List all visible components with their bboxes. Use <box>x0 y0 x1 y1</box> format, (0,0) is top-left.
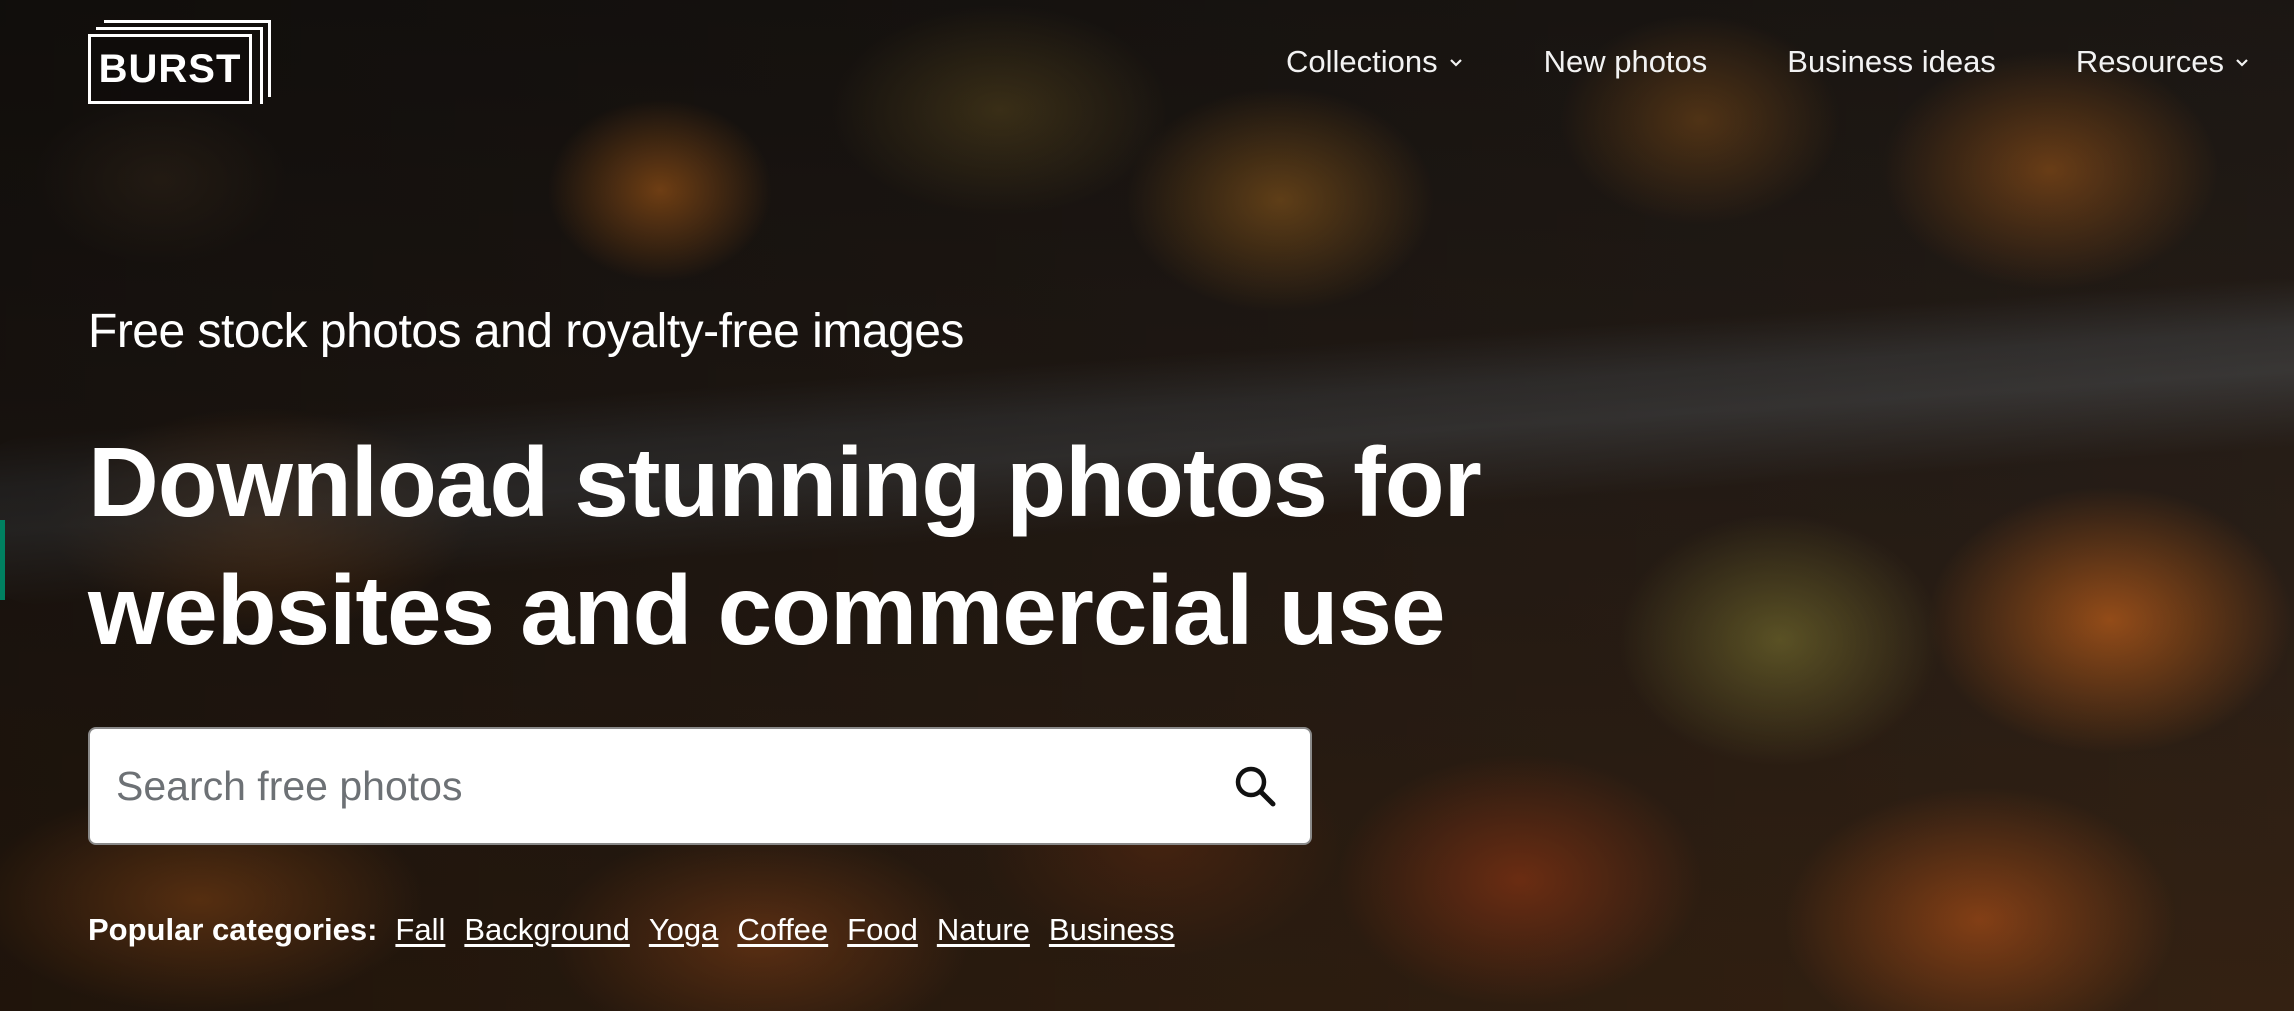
hero-section: BURST Collections New photos Business id… <box>0 0 2294 1011</box>
category-link-nature[interactable]: Nature <box>937 912 1030 948</box>
search-bar <box>88 727 1312 845</box>
category-link-coffee[interactable]: Coffee <box>737 912 828 948</box>
left-accent-bar <box>0 520 5 600</box>
burst-logo[interactable]: BURST <box>88 20 274 108</box>
category-link-business[interactable]: Business <box>1049 912 1175 948</box>
popular-categories-label: Popular categories: <box>88 912 378 947</box>
logo-text: BURST <box>98 46 242 91</box>
nav-item-label: Resources <box>2075 44 2224 79</box>
hero-headline-line-2: websites and commercial use <box>88 555 1445 665</box>
main-nav: Collections New photos Business ideas Re… <box>1206 44 2250 80</box>
nav-item-label: New photos <box>1543 44 1708 79</box>
nav-item-collections[interactable]: Collections <box>1286 44 1464 80</box>
category-link-food[interactable]: Food <box>847 912 918 948</box>
chevron-down-icon <box>2236 59 2248 67</box>
hero-headline-line-1: Download stunning photos for <box>88 427 1482 537</box>
hero-headline: Download stunning photos for websites an… <box>88 418 1588 674</box>
chevron-down-icon <box>1449 59 1462 67</box>
nav-item-resources[interactable]: Resources <box>2076 44 2250 80</box>
category-link-background[interactable]: Background <box>464 912 629 948</box>
search-icon <box>1235 766 1276 807</box>
nav-item-label: Business ideas <box>1787 44 1996 79</box>
category-link-fall[interactable]: Fall <box>395 912 445 948</box>
nav-item-label: Collections <box>1285 44 1438 79</box>
search-button[interactable] <box>1210 729 1300 843</box>
nav-item-business-ideas[interactable]: Business ideas <box>1787 44 1996 80</box>
logo-frame-front: BURST <box>88 34 252 104</box>
nav-item-new-photos[interactable]: New photos <box>1544 44 1708 80</box>
category-link-yoga[interactable]: Yoga <box>649 912 719 948</box>
hero-tagline: Free stock photos and royalty-free image… <box>88 305 964 358</box>
search-input[interactable] <box>90 728 1210 844</box>
popular-categories: Popular categories: Fall Background Yoga… <box>88 912 1194 948</box>
